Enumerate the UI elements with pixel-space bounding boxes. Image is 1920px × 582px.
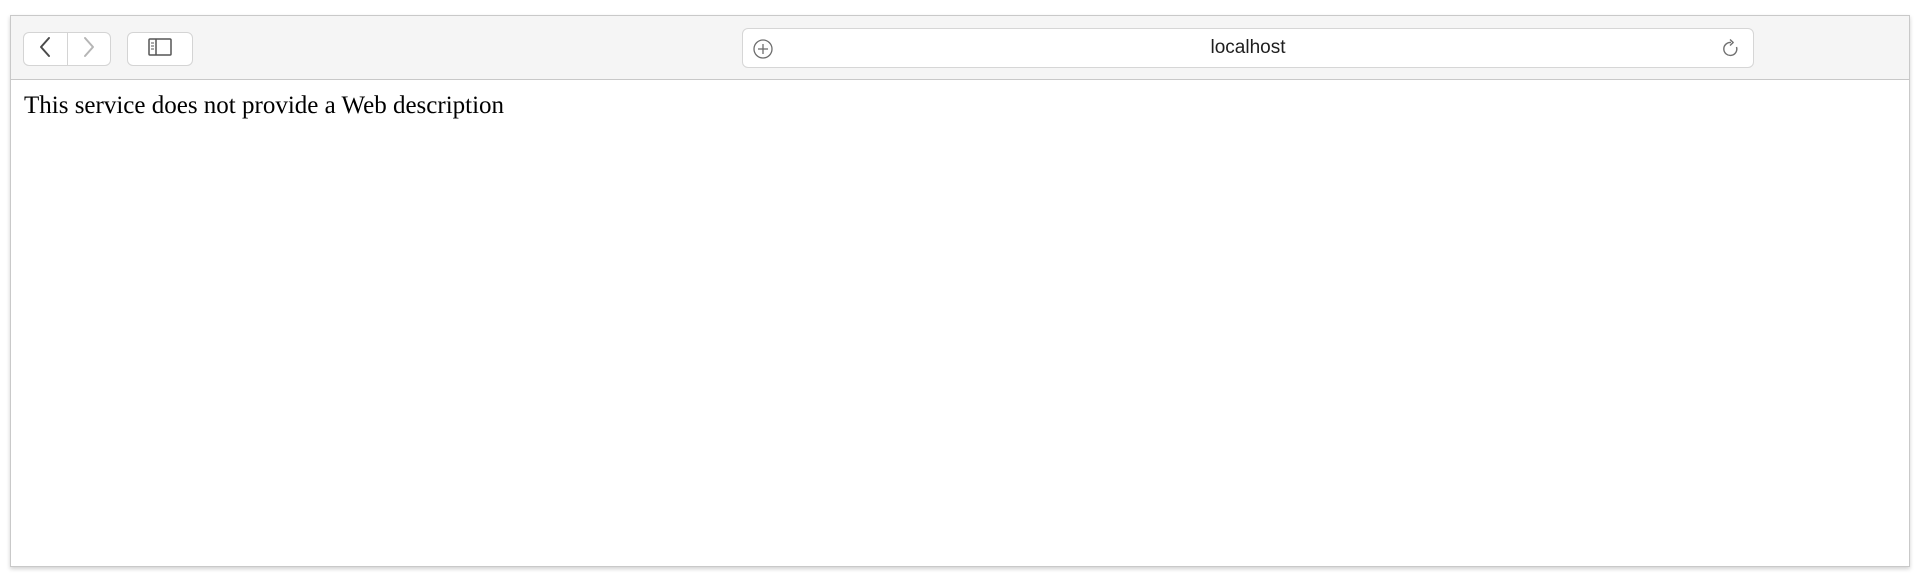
address-bar[interactable]: localhost (742, 28, 1754, 68)
chevron-left-icon (38, 36, 52, 63)
back-button[interactable] (24, 33, 67, 65)
browser-window: localhost This service does not provide … (10, 15, 1910, 567)
page-body-text: This service does not provide a Web desc… (24, 92, 505, 119)
plus-circle-icon[interactable] (751, 37, 775, 61)
navigation-buttons (23, 32, 111, 66)
chevron-right-icon (82, 36, 96, 63)
reload-icon[interactable] (1719, 37, 1743, 61)
sidebar-toggle-button[interactable] (127, 32, 193, 66)
sidebar-icon (148, 37, 172, 61)
page-content: This service does not provide a Web desc… (11, 80, 1909, 566)
browser-toolbar: localhost (11, 16, 1909, 80)
url-text[interactable]: localhost (793, 29, 1703, 67)
forward-button[interactable] (66, 33, 111, 65)
